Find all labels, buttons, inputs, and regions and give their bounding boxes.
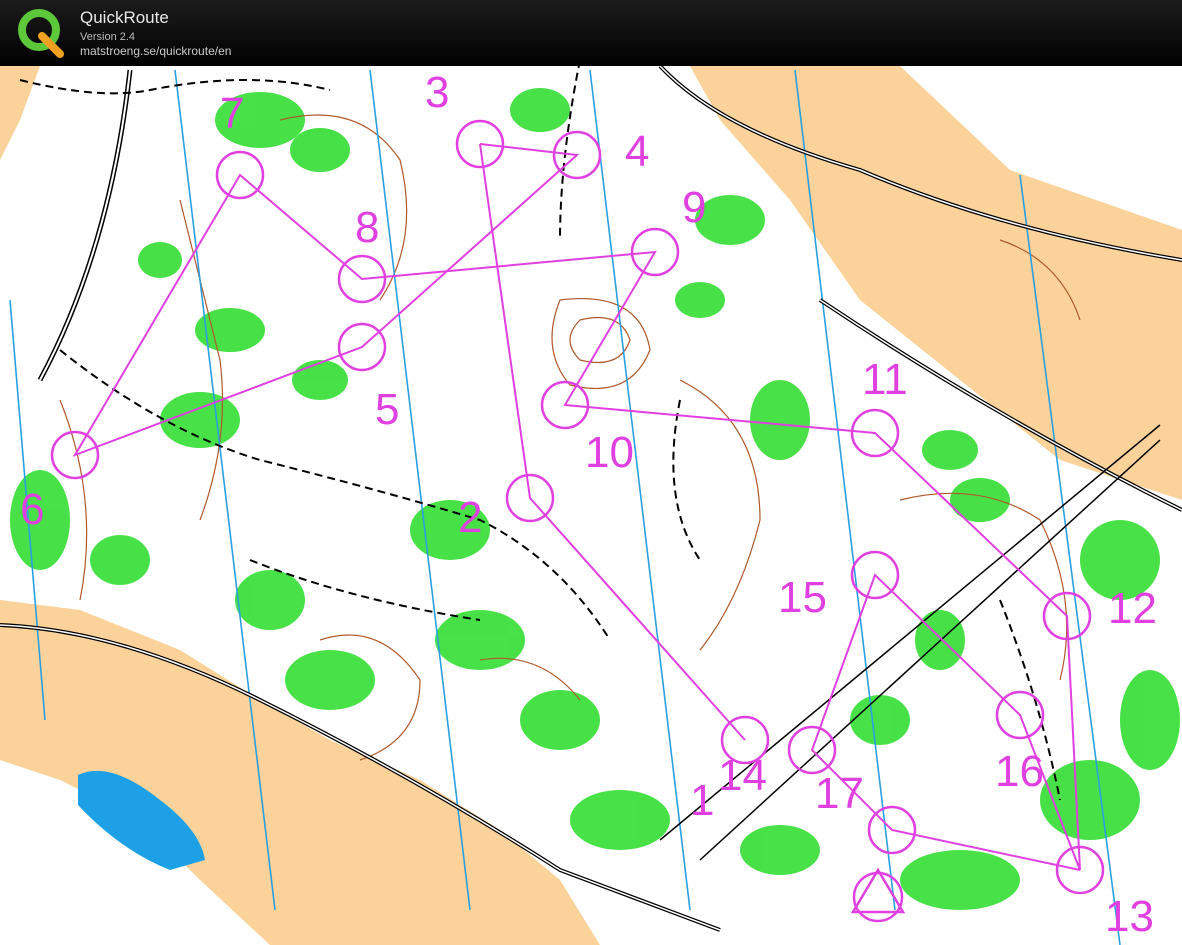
- control-label-7: 7: [220, 89, 244, 138]
- control-label-8: 8: [355, 203, 379, 252]
- app-version: Version 2.4: [80, 31, 136, 43]
- app-title: QuickRoute: [80, 8, 169, 27]
- control-label-15: 15: [778, 573, 827, 622]
- map-canvas: 1 2 3 4 5 6 7 8 9 10 11 12 13 14 15 16 1…: [0, 66, 1182, 945]
- control-label-16: 16: [995, 747, 1044, 796]
- quickroute-logo-icon: [18, 9, 64, 58]
- control-label-11: 11: [862, 355, 908, 404]
- app-url[interactable]: matstroeng.se/quickroute/en: [80, 44, 231, 58]
- control-label-2: 2: [458, 493, 482, 542]
- control-label-6: 6: [20, 485, 44, 534]
- control-label-5: 5: [375, 385, 399, 434]
- control-label-14: 14: [718, 751, 767, 800]
- start-triangle: [850, 867, 906, 923]
- app-header: QuickRoute Version 2.4 matstroeng.se/qui…: [0, 0, 1182, 66]
- control-label-3: 3: [425, 68, 449, 117]
- control-label-12: 12: [1108, 584, 1157, 633]
- control-label-13: 13: [1105, 892, 1154, 941]
- control-label-17: 17: [815, 769, 864, 818]
- control-label-1: 1: [690, 776, 714, 825]
- orienteering-map[interactable]: 1 2 3 4 5 6 7 8 9 10 11 12 13 14 15 16 1…: [0, 66, 1182, 945]
- control-label-9: 9: [682, 183, 706, 232]
- control-label-10: 10: [585, 428, 634, 477]
- control-label-4: 4: [625, 127, 649, 176]
